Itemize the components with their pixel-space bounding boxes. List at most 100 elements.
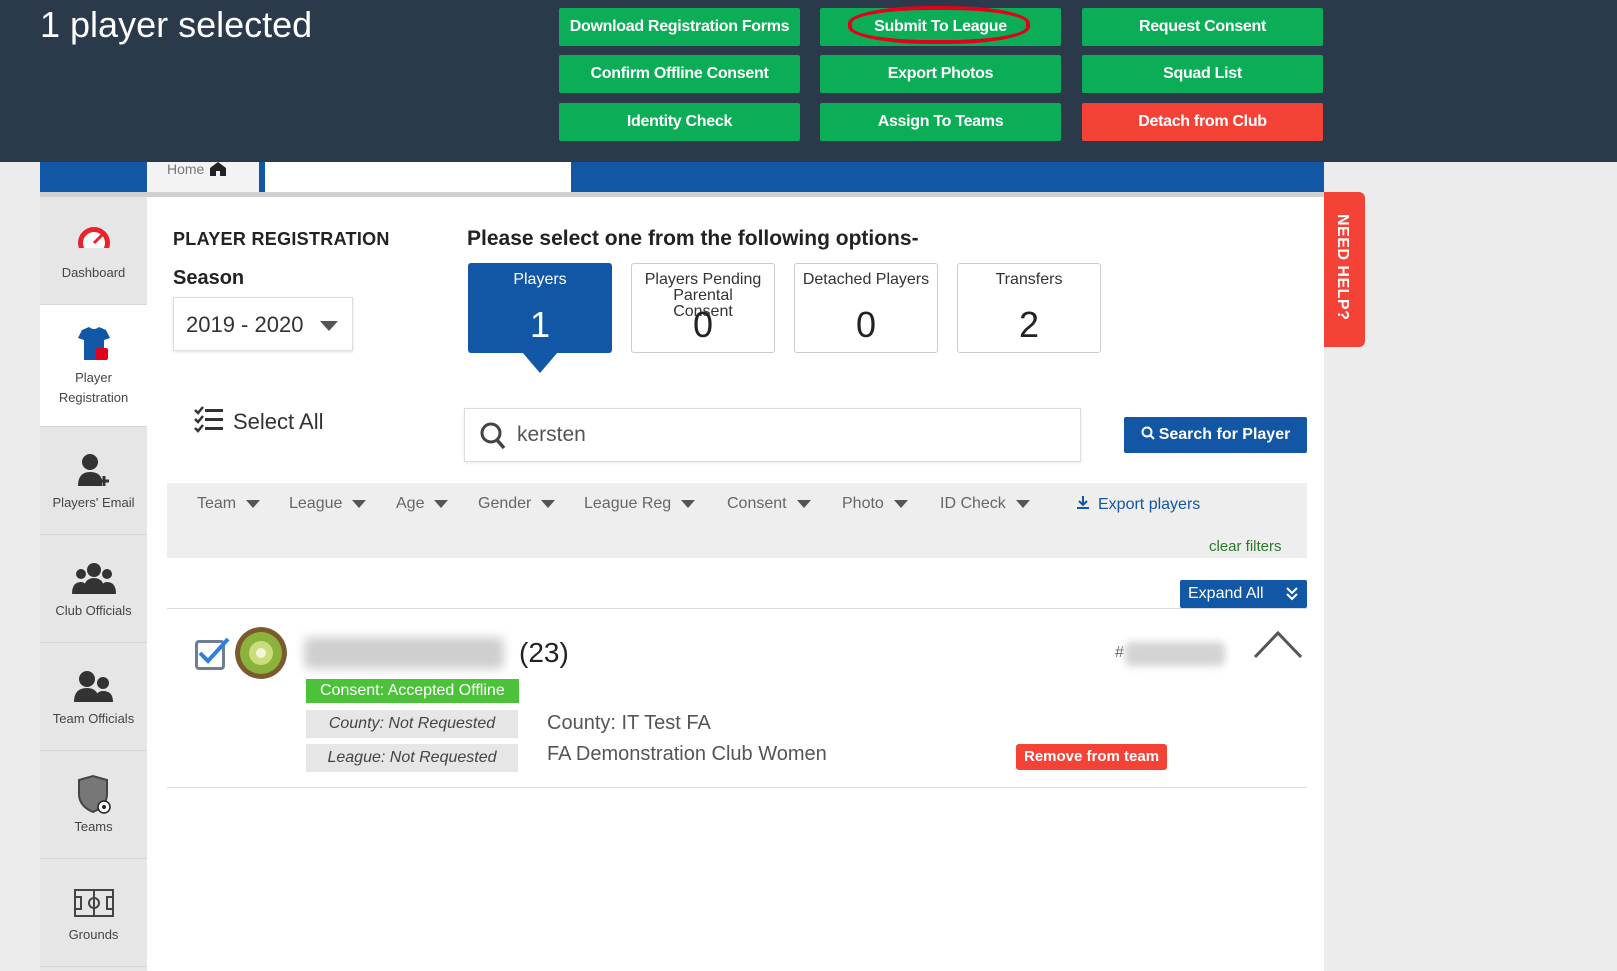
chevron-down-icon xyxy=(320,321,338,331)
tab-pending-consent[interactable]: Players Pending Parental Consent 0 xyxy=(631,263,775,353)
chevron-down-icon xyxy=(352,500,367,508)
season-value: 2019 - 2020 xyxy=(186,312,304,337)
sidebar-item-team-officials[interactable]: Team Officials xyxy=(40,643,147,751)
club-info: FA Demonstration Club Women xyxy=(547,743,827,765)
search-icon xyxy=(1141,426,1155,445)
identity-check-button[interactable]: Identity Check xyxy=(559,103,800,141)
export-photos-button[interactable]: Export Photos xyxy=(820,55,1061,93)
player-checkbox[interactable] xyxy=(195,637,230,670)
chevron-down-icon xyxy=(681,500,696,508)
consent-badge: Consent: Accepted Offline xyxy=(306,679,519,703)
export-label: Export players xyxy=(1098,495,1201,513)
expand-all-label: Expand All xyxy=(1188,585,1264,602)
sidebar-item-label: Grounds xyxy=(68,927,119,942)
squad-list-button[interactable]: Squad List xyxy=(1082,55,1323,93)
search-for-player-button[interactable]: Search for Player xyxy=(1124,417,1307,453)
filter-label: Team xyxy=(197,495,237,512)
collapse-button[interactable] xyxy=(1253,629,1303,664)
active-pointer xyxy=(522,352,558,373)
confirm-offline-consent-button[interactable]: Confirm Offline Consent xyxy=(559,55,800,93)
request-consent-button[interactable]: Request Consent xyxy=(1082,8,1323,46)
chevron-down-icon xyxy=(893,500,908,508)
sidebar-item-player-registration[interactable]: Player Registration xyxy=(40,305,147,427)
avatar xyxy=(235,627,287,679)
detach-from-club-button[interactable]: Detach from Club xyxy=(1082,103,1323,141)
sidebar: Dashboard Player Registration Players' E… xyxy=(40,197,147,971)
assign-to-teams-button[interactable]: Assign To Teams xyxy=(820,103,1061,141)
filter-photo[interactable]: Photo xyxy=(842,495,908,513)
county-status-badge: County: Not Requested xyxy=(306,710,518,738)
clear-filters-link[interactable]: clear filters xyxy=(1209,538,1282,555)
select-all-button[interactable]: Select All xyxy=(193,405,324,439)
sidebar-item-players-email[interactable]: Players' Email xyxy=(40,427,147,535)
search-input[interactable] xyxy=(517,419,1057,451)
download-icon xyxy=(1076,495,1090,514)
selection-bar: 1 player selected Download Registration … xyxy=(0,0,1617,162)
filter-label: Gender xyxy=(478,495,532,512)
double-chevron-down-icon xyxy=(1285,586,1299,607)
select-all-label: Select All xyxy=(233,409,324,434)
main-panel: PLAYER REGISTRATION Season 2019 - 2020 P… xyxy=(147,197,1324,971)
season-select[interactable]: 2019 - 2020 xyxy=(173,297,353,351)
sidebar-item-grounds[interactable]: Grounds xyxy=(40,859,147,967)
option-label: Players xyxy=(513,271,567,288)
tab-players[interactable]: Players 1 xyxy=(468,263,612,373)
options-title: Please select one from the following opt… xyxy=(467,227,919,250)
divider xyxy=(167,608,1307,609)
filter-label: League xyxy=(289,495,343,512)
chevron-down-icon xyxy=(541,500,556,508)
sidebar-item-label: Team Officials xyxy=(52,711,135,726)
sidebar-item-dashboard[interactable]: Dashboard xyxy=(40,197,147,305)
speedometer-icon xyxy=(75,221,113,261)
player-age: (23) xyxy=(519,637,569,668)
filter-league[interactable]: League xyxy=(289,495,367,513)
filter-league-reg[interactable]: League Reg xyxy=(584,495,696,513)
option-count: 0 xyxy=(692,304,714,345)
sidebar-item-label: Club Officials xyxy=(55,603,132,618)
chevron-down-icon xyxy=(796,500,811,508)
pitch-icon xyxy=(73,883,115,923)
search-icon xyxy=(479,421,507,456)
remove-from-team-button[interactable]: Remove from team xyxy=(1016,744,1168,770)
submit-to-league-button[interactable]: Submit To League xyxy=(820,8,1061,46)
shirt-icon xyxy=(74,324,114,364)
sidebar-item-label: Teams xyxy=(74,819,113,834)
home-tab[interactable]: Home xyxy=(147,162,259,192)
add-user-icon xyxy=(74,451,114,491)
option-count: 2 xyxy=(1018,304,1040,345)
filter-label: ID Check xyxy=(940,495,1006,512)
sidebar-item-club-officials[interactable]: Club Officials xyxy=(40,535,147,643)
need-help-label: NEED HELP? xyxy=(1334,214,1351,321)
filter-team[interactable]: Team xyxy=(197,495,261,513)
need-help-tab[interactable]: NEED HELP? xyxy=(1324,192,1365,347)
group-icon xyxy=(69,559,119,599)
page-title: PLAYER REGISTRATION xyxy=(173,229,390,249)
team-icon xyxy=(69,667,119,707)
home-icon xyxy=(210,162,227,176)
sidebar-item-teams[interactable]: Teams xyxy=(40,751,147,859)
filter-label: Photo xyxy=(842,495,884,512)
expand-all-button[interactable]: Expand All xyxy=(1180,580,1307,608)
option-label: Transfers xyxy=(995,271,1063,288)
sidebar-item-label: Players' Email xyxy=(52,495,135,510)
search-tab[interactable] xyxy=(265,162,571,192)
filter-label: League Reg xyxy=(584,495,672,512)
filter-consent[interactable]: Consent xyxy=(727,495,811,513)
checklist-icon xyxy=(193,405,225,439)
header-strip: Home xyxy=(40,162,1324,192)
league-status-badge: League: Not Requested xyxy=(306,744,518,772)
tab-detached-players[interactable]: Detached Players 0 xyxy=(794,263,938,353)
chevron-down-icon xyxy=(246,500,261,508)
filter-gender[interactable]: Gender xyxy=(478,495,556,513)
sidebar-item-label: Dashboard xyxy=(61,265,126,280)
shield-ball-icon xyxy=(73,774,115,815)
filter-age[interactable]: Age xyxy=(396,495,449,513)
filter-id-check[interactable]: ID Check xyxy=(940,495,1030,513)
download-registration-forms-button[interactable]: Download Registration Forms xyxy=(559,8,800,46)
option-count: 0 xyxy=(855,304,877,345)
checkmark-icon xyxy=(198,637,230,664)
tab-transfers[interactable]: Transfers 2 xyxy=(957,263,1101,353)
export-players-link[interactable]: Export players xyxy=(1076,495,1200,514)
search-box xyxy=(464,408,1081,462)
county-info: County: IT Test FA xyxy=(547,712,711,734)
